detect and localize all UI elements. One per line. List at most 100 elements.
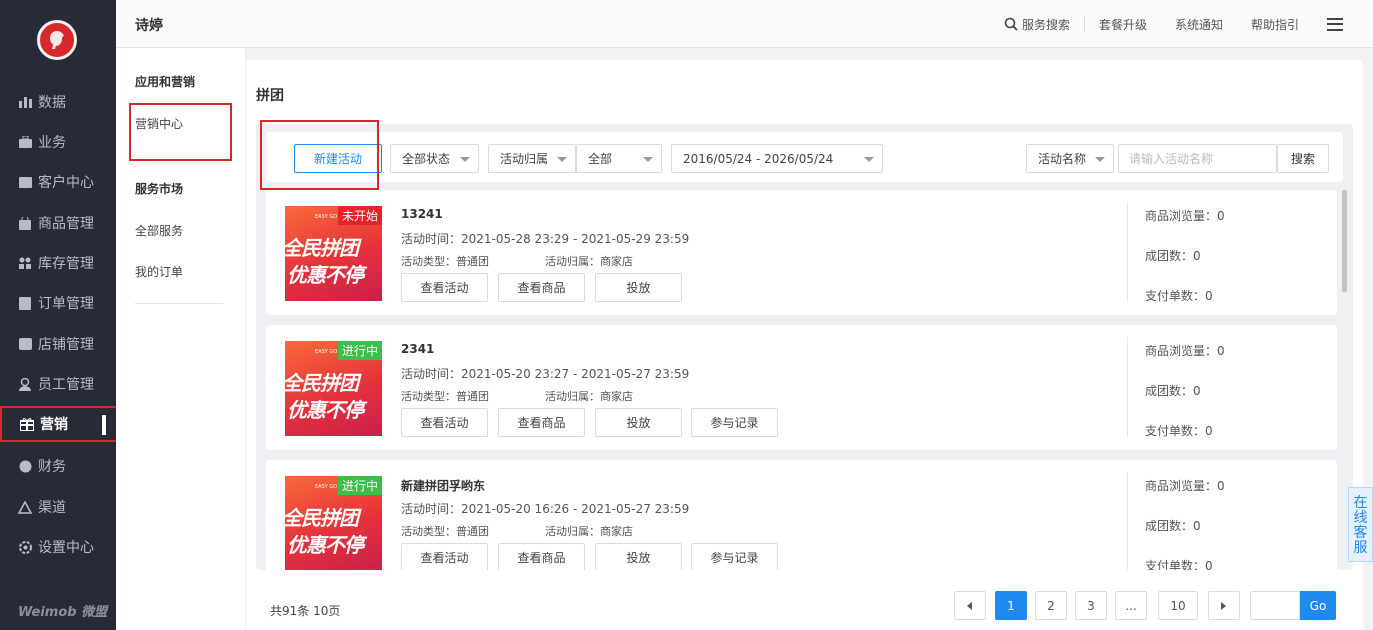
poster-line2: 优惠不停	[287, 263, 364, 287]
active-indicator	[102, 415, 106, 435]
activity-type: 活动类型：普通团	[401, 390, 489, 403]
chevron-down-icon	[460, 157, 470, 162]
owner-type-select[interactable]: 活动归属	[488, 144, 576, 173]
filter-toolbar: 新建活动 全部状态 活动归属 全部 2016/05/24 - 2026/05/2…	[266, 132, 1343, 182]
activity-time: 活动时间：2021-05-20 16:26 - 2021-05-27 23:59	[401, 502, 690, 516]
order-list-icon	[18, 296, 32, 310]
nav-item-6[interactable]: 店铺管理	[0, 326, 116, 362]
brand-logo-icon[interactable]	[37, 20, 77, 60]
activity-type: 活动类型：普通团	[401, 525, 489, 538]
notice-link[interactable]: 系统通知	[1161, 16, 1237, 33]
owner-value: 全部	[588, 152, 613, 166]
page-button[interactable]: 10	[1158, 591, 1198, 620]
status-select[interactable]: 全部状态	[390, 144, 479, 173]
nav-item-label: 财务	[38, 459, 66, 475]
main-card: 拼团 新建活动 全部状态 活动归属 全部 2016/05/24 - 2026/0…	[246, 60, 1363, 630]
activity-action-button[interactable]: 查看商品	[498, 273, 585, 302]
nav-item-1[interactable]: 业务	[0, 124, 116, 160]
service-search-link[interactable]: 服务搜索	[990, 16, 1084, 33]
next-page-icon[interactable]	[1208, 591, 1240, 620]
stat-views: 商品浏览量：0	[1145, 479, 1225, 493]
nav-item-2[interactable]: 客户中心	[0, 164, 116, 200]
nav-item-5[interactable]: 订单管理	[0, 285, 116, 321]
poster-tag: EASY GO	[315, 484, 338, 490]
finance-coin-icon	[18, 459, 32, 473]
page-button[interactable]: 3	[1075, 591, 1107, 620]
prev-page-icon[interactable]	[954, 591, 986, 620]
nav-item-label: 设置中心	[38, 540, 94, 556]
staff-person-icon	[18, 377, 32, 391]
chevron-down-icon	[643, 157, 653, 162]
nav-item-9[interactable]: 财务	[0, 448, 116, 484]
activity-action-button[interactable]: 查看商品	[498, 408, 585, 437]
activity-action-button[interactable]: 投放	[595, 273, 682, 302]
stat-paid: 支付单数：0	[1145, 424, 1213, 438]
main-nav: 数据 业务 客户中心 商品管理 库存管理 订单管理 店铺管理 员工管理 营销 财务 渠道 设置中心 W…	[0, 0, 118, 630]
status-badge: 进行中	[337, 341, 382, 360]
stat-groups: 成团数：0	[1145, 249, 1201, 263]
subnav-item-marketing-center[interactable]: 营销中心	[135, 115, 183, 132]
card-divider	[1127, 202, 1128, 302]
shop-icon	[18, 337, 32, 351]
chevron-down-icon	[1095, 157, 1105, 162]
stat-paid: 支付单数：0	[1145, 289, 1213, 303]
owner-value-select[interactable]: 全部	[576, 144, 662, 173]
nav-item-label: 业务	[38, 135, 66, 151]
subnav-group-service-market: 服务市场	[135, 182, 184, 196]
search-button[interactable]: 搜索	[1277, 144, 1329, 173]
date-range-picker[interactable]: 2016/05/24 - 2026/05/24	[671, 144, 883, 173]
page-go-button[interactable]: Go	[1300, 591, 1336, 620]
nav-item-label: 客户中心	[38, 175, 94, 191]
nav-item-label: 商品管理	[38, 216, 94, 232]
nav-item-0[interactable]: 数据	[0, 84, 116, 120]
activity-action-button[interactable]: 查看活动	[401, 408, 488, 437]
briefcase-icon	[18, 135, 32, 149]
page-title: 拼团	[256, 88, 284, 104]
online-service-tab[interactable]: 在线客服	[1348, 487, 1373, 562]
nav-item-4[interactable]: 库存管理	[0, 245, 116, 281]
nav-item-3[interactable]: 商品管理	[0, 205, 116, 241]
pagination: 共91条 10页 1 2 3... 10 Go	[246, 570, 1363, 630]
activity-action-button[interactable]: 查看活动	[401, 543, 488, 570]
activity-card: EASY GO 全民拼团 优惠不停 进行中 2341 活动时间：2021-05-20 23…	[266, 325, 1337, 450]
customer-card-icon	[18, 175, 32, 189]
stat-paid: 支付单数：0	[1145, 559, 1213, 570]
nav-item-10[interactable]: 渠道	[0, 489, 116, 525]
subnav-item-all-services[interactable]: 全部服务	[135, 222, 183, 239]
nav-item-7[interactable]: 员工管理	[0, 366, 116, 402]
activity-action-button[interactable]: 投放	[595, 408, 682, 437]
help-link[interactable]: 帮助指引	[1237, 16, 1313, 33]
nav-item-11[interactable]: 设置中心	[0, 529, 116, 565]
highlight-marketing-center	[129, 103, 232, 161]
channel-triangle-icon	[18, 500, 32, 514]
list-scrollbar[interactable]	[1342, 190, 1347, 292]
page-jump-input[interactable]	[1250, 591, 1300, 620]
activity-name-input[interactable]: 请输入活动名称	[1118, 144, 1277, 173]
activity-owner: 活动归属：商家店	[545, 390, 633, 403]
activity-action-button[interactable]: 参与记录	[691, 408, 778, 437]
activity-name: 2341	[401, 342, 435, 356]
activity-action-button[interactable]: 参与记录	[691, 543, 778, 570]
search-field-select[interactable]: 活动名称	[1026, 144, 1114, 173]
page-button[interactable]: ...	[1115, 591, 1147, 620]
app-root: 数据 业务 客户中心 商品管理 库存管理 订单管理 店铺管理 员工管理 营销 财务 渠道 设置中心 W…	[0, 0, 1373, 630]
activity-action-button[interactable]: 投放	[595, 543, 682, 570]
activity-action-button[interactable]: 查看商品	[498, 543, 585, 570]
page-button[interactable]: 1	[995, 591, 1027, 620]
stat-groups: 成团数：0	[1145, 519, 1201, 533]
page-button[interactable]: 2	[1035, 591, 1067, 620]
hamburger-menu-icon[interactable]	[1327, 17, 1343, 31]
gift-icon	[20, 417, 34, 431]
poster-tag: EASY GO	[315, 214, 338, 220]
activity-action-button[interactable]: 查看活动	[401, 273, 488, 302]
owner-type-label: 活动归属	[500, 152, 549, 166]
nav-item-8[interactable]: 营销	[0, 406, 118, 442]
activity-owner: 活动归属：商家店	[545, 525, 633, 538]
service-search-label: 服务搜索	[1021, 17, 1070, 32]
status-badge: 未开始	[337, 206, 382, 225]
poster-line1: 全民拼团	[285, 236, 359, 260]
subnav-item-my-orders[interactable]: 我的订单	[135, 263, 183, 280]
upgrade-link[interactable]: 套餐升级	[1085, 16, 1161, 33]
activity-owner: 活动归属：商家店	[545, 255, 633, 268]
activity-poster: EASY GO 全民拼团 优惠不停 进行中	[285, 341, 382, 436]
